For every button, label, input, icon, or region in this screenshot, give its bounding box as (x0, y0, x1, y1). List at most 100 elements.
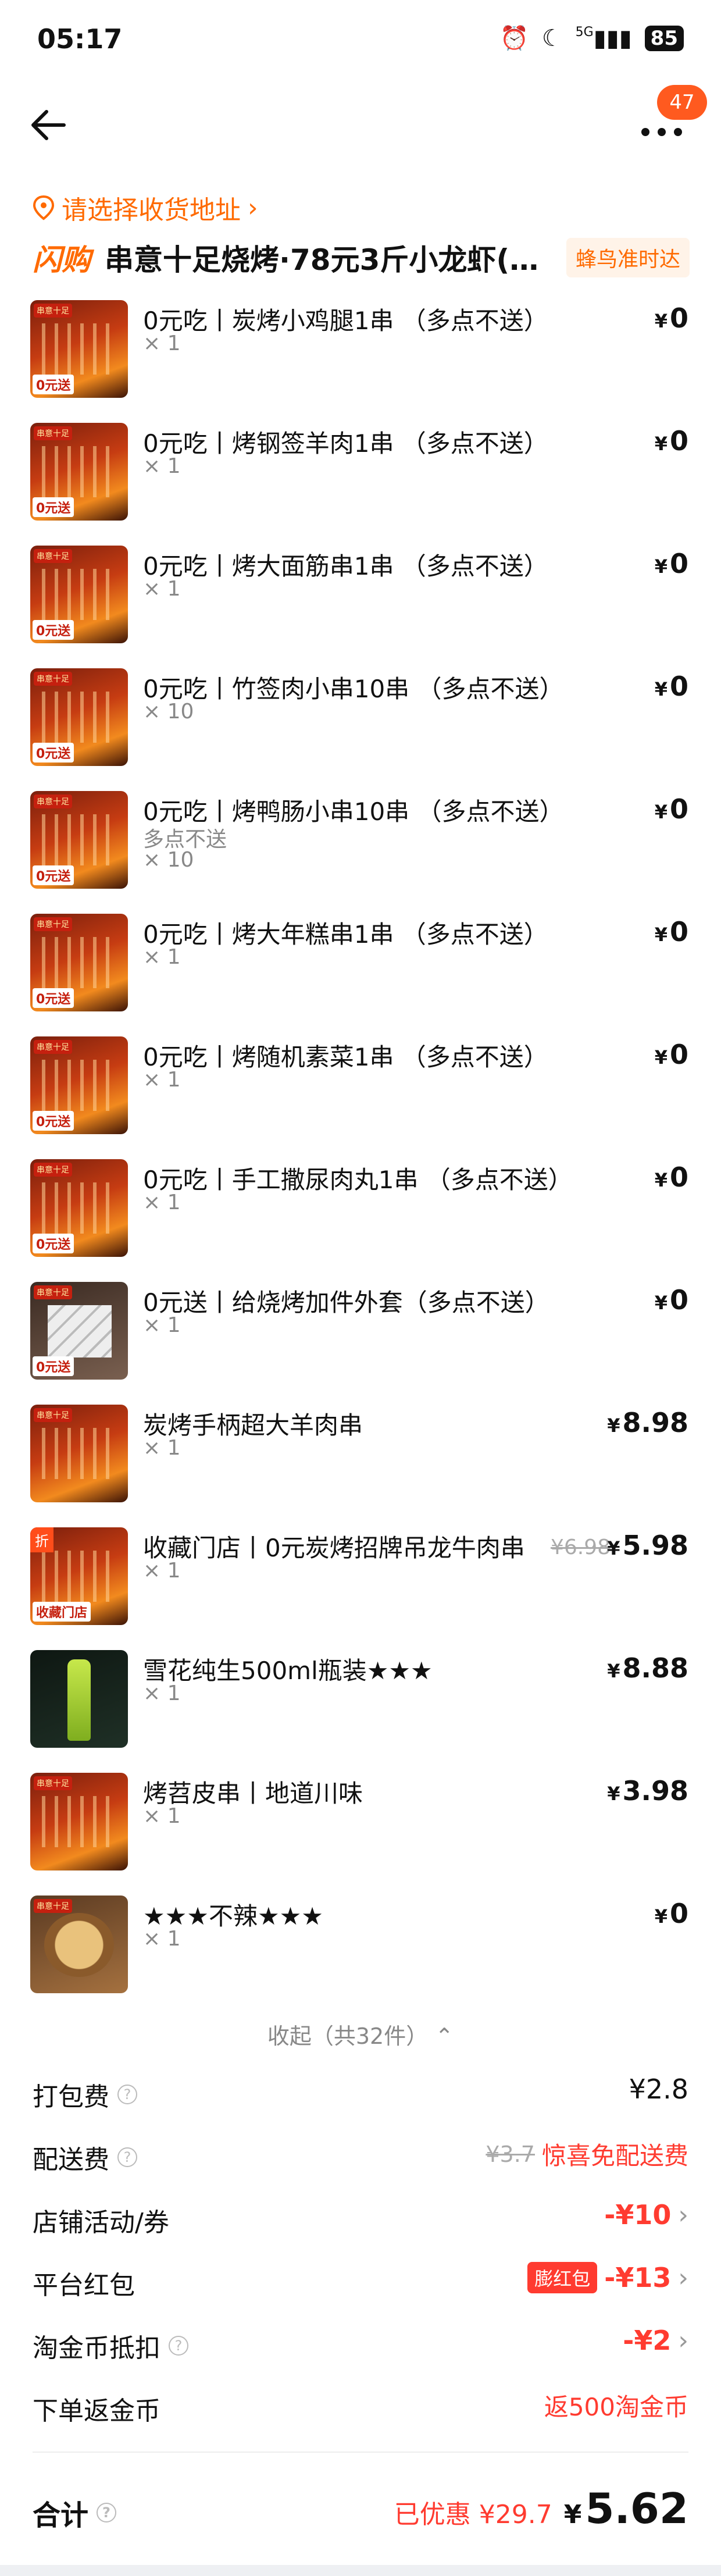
order-total: 合计? 已优惠 ¥29.7 ¥5.62 (33, 2484, 688, 2533)
delivery-tag: 蜂鸟准时达 (566, 238, 690, 277)
item-qty: × 1 (143, 1313, 181, 1337)
item-thumbnail: 串意十足 0元送 (30, 914, 128, 1011)
list-item[interactable]: 串意十足 0元送 0元吃丨烤大面筋串1串 （多点不送） × 1 ¥0 (0, 542, 721, 665)
list-item[interactable]: 串意十足 0元送 0元吃丨竹签肉小串10串 （多点不送） × 10 ¥0 (0, 665, 721, 788)
list-item[interactable]: 串意十足 0元送 0元吃丨烤鸭肠小串10串 （多点不送） 多点不送 × 10 ¥0 (0, 788, 721, 910)
delivery-fee-value: 惊喜免配送费 (541, 2142, 688, 2170)
fee-row-coin-deduct[interactable]: 淘金币抵扣? -¥2 › (0, 2313, 721, 2376)
list-item[interactable]: 雪花纯生500ml瓶装★★★ × 1 ¥8.88 (0, 1647, 721, 1769)
item-qty: × 1 (143, 1681, 181, 1705)
redpack-value: -¥13 (604, 2262, 672, 2293)
fee-row-packing: 打包费? ¥2.8 (33, 2073, 688, 2112)
item-qty: × 1 (143, 332, 181, 355)
list-item[interactable]: 串意十足 0元送 0元吃丨烤随机素菜1串 （多点不送） × 1 ¥0 (0, 1033, 721, 1156)
fee-row-platform-redpack[interactable]: 平台红包 膨红包 -¥13 › (0, 2250, 721, 2313)
coin-deduct-value: -¥2 (623, 2325, 672, 2356)
item-title: 收藏门店丨0元炭烤招牌吊龙牛肉串 (143, 1534, 525, 1562)
item-thumbnail: 串意十足 0元送 (30, 668, 128, 766)
fee-row-store-promo[interactable]: 店铺活动/券 -¥10 › (0, 2187, 721, 2250)
list-item[interactable]: 串意十足 ★★★不辣★★★ × 1 ¥0 (0, 1892, 721, 2015)
back-arrow-icon[interactable] (28, 105, 69, 145)
divider (33, 2452, 688, 2453)
saved-amount: 已优惠 ¥29.7 (394, 2500, 552, 2529)
item-price: ¥0 (654, 302, 688, 334)
item-title: 雪花纯生500ml瓶装★★★ (143, 1656, 433, 1685)
item-thumbnail: 串意十足 (30, 1773, 128, 1870)
item-qty: × 10 (143, 848, 194, 872)
location-pin-icon (33, 195, 55, 220)
shop-header[interactable]: 闪购 串意十足烧烤·78元3斤小龙虾(星… 蜂鸟准时达 (33, 236, 690, 280)
item-price: ¥0 (654, 548, 688, 579)
item-title: 0元吃丨烤钢签羊肉1串 （多点不送） (143, 429, 548, 458)
item-thumbnail (30, 1650, 128, 1748)
item-price: ¥0 (654, 1284, 688, 1316)
item-thumbnail: 串意十足 0元送 (30, 300, 128, 398)
help-icon[interactable]: ? (117, 2147, 137, 2167)
flash-buy-logo: 闪购 (33, 243, 91, 277)
help-icon[interactable]: ? (169, 2336, 188, 2356)
item-title: 0元送丨给烧烤加件外套（多点不送） (143, 1288, 549, 1317)
item-price: ¥0 (654, 793, 688, 825)
item-title: 0元吃丨烤大面筋串1串 （多点不送） (143, 552, 548, 580)
item-qty: × 10 (143, 700, 194, 724)
coin-reward-value: 返500淘金币 (544, 2393, 688, 2421)
item-qty: × 1 (143, 1191, 181, 1214)
item-list: 串意十足 0元送 0元吃丨炭烤小鸡腿1串 （多点不送） × 1 ¥0 串意十足 0元… (0, 297, 721, 2015)
item-price: ¥0 (654, 1161, 688, 1193)
item-qty: × 1 (143, 1559, 181, 1583)
list-item[interactable]: 串意十足 0元送 0元送丨给烧烤加件外套（多点不送） × 1 ¥0 (0, 1278, 721, 1401)
discount-tag: 折 (30, 1527, 53, 1552)
item-title: 0元吃丨烤随机素菜1串 （多点不送） (143, 1043, 548, 1071)
item-qty: × 1 (143, 1804, 181, 1828)
item-price: ¥0 (654, 1898, 688, 1929)
list-item[interactable]: 串意十足 0元送 0元吃丨手工撒尿肉丸1串 （多点不送） × 1 ¥0 (0, 1156, 721, 1278)
item-thumbnail: 串意十足 0元送 (30, 1036, 128, 1134)
chevron-up-icon: ⌃ (435, 2023, 454, 2049)
delivery-original-fee: ¥3.7 (486, 2141, 535, 2167)
moon-icon: ☾ (541, 24, 563, 52)
list-item[interactable]: 折收藏门店 收藏门店丨0元炭烤招牌吊龙牛肉串 × 1 ¥6.98 ¥5.98 (0, 1524, 721, 1647)
nav-bar: 47 (0, 85, 721, 163)
item-qty: × 1 (143, 577, 181, 601)
item-price: ¥5.98 (607, 1530, 688, 1561)
fee-row-delivery: 配送费? ¥3.7 惊喜免配送费 (0, 2125, 721, 2187)
item-thumbnail: 串意十足 (30, 1405, 128, 1502)
item-qty: × 1 (143, 454, 181, 478)
shop-name: 串意十足烧烤·78元3斤小龙虾(星… (105, 243, 564, 277)
list-item[interactable]: 串意十足 0元送 0元吃丨烤大年糕串1串 （多点不送） × 1 ¥0 (0, 910, 721, 1033)
address-label: 请选择收货地址 (62, 195, 241, 225)
item-price: ¥3.98 (607, 1775, 688, 1807)
grand-total: ¥5.62 (563, 2484, 688, 2533)
item-thumbnail: 串意十足 0元送 (30, 791, 128, 889)
item-price: ¥0 (654, 916, 688, 947)
chevron-right-icon: › (678, 2325, 688, 2356)
signal-icon: 5G▮▮▮ (575, 24, 632, 52)
item-price: ¥8.88 (607, 1652, 688, 1684)
address-selector[interactable]: 请选择收货地址 › (33, 189, 258, 226)
item-qty: × 1 (143, 1436, 181, 1460)
item-thumbnail: 串意十足 0元送 (30, 423, 128, 521)
item-price: ¥0 (654, 1039, 688, 1070)
list-item[interactable]: 串意十足 烤苕皮串丨地道川味 × 1 ¥3.98 (0, 1769, 721, 1892)
status-bar: 05:17 ⏰ ☾ 5G▮▮▮ 85 (0, 0, 721, 87)
status-time: 05:17 (37, 23, 123, 55)
item-thumbnail: 折收藏门店 (30, 1527, 128, 1625)
list-item[interactable]: 串意十足 炭烤手柄超大羊肉串 × 1 ¥8.98 (0, 1401, 721, 1524)
help-icon[interactable]: ? (117, 2085, 137, 2104)
list-item[interactable]: 串意十足 0元送 0元吃丨炭烤小鸡腿1串 （多点不送） × 1 ¥0 (0, 297, 721, 419)
item-thumbnail: 串意十足 (30, 1896, 128, 1993)
item-price: ¥0 (654, 671, 688, 702)
notification-badge: 47 (657, 85, 707, 120)
collapse-toggle[interactable]: 收起（共32件） ⌃ (0, 2018, 721, 2050)
help-icon[interactable]: ? (97, 2503, 117, 2522)
status-icons: ⏰ ☾ 5G▮▮▮ 85 (500, 24, 684, 52)
item-thumbnail: 串意十足 0元送 (30, 546, 128, 643)
alarm-icon: ⏰ (499, 25, 529, 52)
packing-fee-value: ¥2.8 (629, 2073, 688, 2105)
more-dots-icon[interactable] (638, 117, 685, 147)
list-item[interactable]: 串意十足 0元送 0元吃丨烤钢签羊肉1串 （多点不送） × 1 ¥0 (0, 419, 721, 542)
item-price: ¥0 (654, 425, 688, 457)
fee-row-coin-reward: 下单返金币 返500淘金币 (0, 2376, 721, 2439)
item-qty: × 1 (143, 1068, 181, 1092)
item-title: 0元吃丨竹签肉小串10串 （多点不送） (143, 675, 564, 703)
